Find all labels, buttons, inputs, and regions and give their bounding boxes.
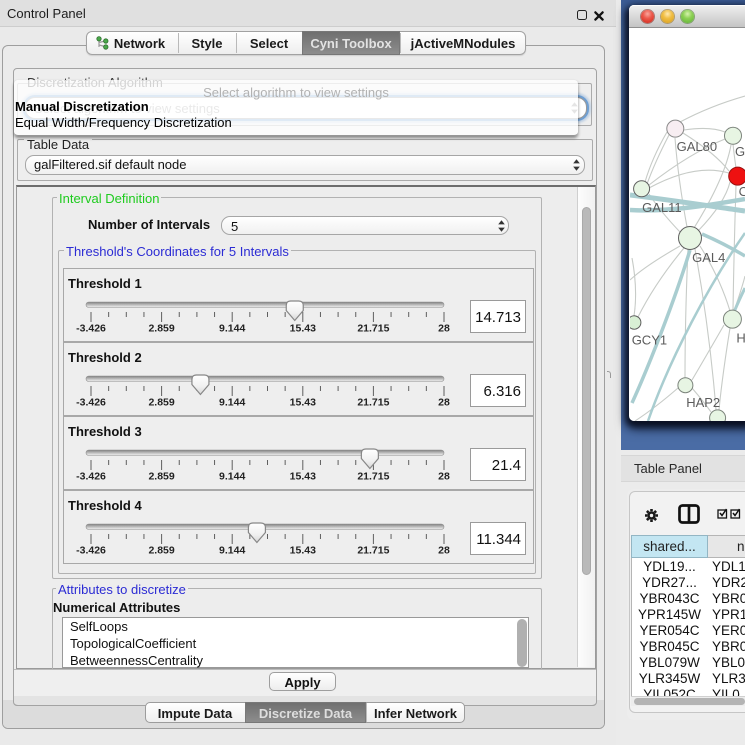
- svg-text:2.859: 2.859: [148, 471, 174, 483]
- svg-text:HAP2: HAP2: [686, 395, 720, 410]
- svg-text:28: 28: [438, 323, 450, 335]
- svg-text:GCY1: GCY1: [632, 333, 667, 348]
- svg-text:15.43: 15.43: [290, 323, 316, 335]
- svg-text:15.43: 15.43: [290, 397, 316, 409]
- svg-text:9.144: 9.144: [219, 471, 245, 483]
- svg-text:2.859: 2.859: [148, 323, 174, 335]
- svg-text:21.715: 21.715: [357, 323, 389, 335]
- svg-text:-3.426: -3.426: [76, 397, 106, 409]
- svg-text:28: 28: [438, 397, 450, 409]
- svg-text:-3.426: -3.426: [76, 323, 106, 335]
- svg-text:21.715: 21.715: [357, 545, 389, 557]
- svg-text:15.43: 15.43: [290, 545, 316, 557]
- svg-text:GAL11: GAL11: [642, 200, 682, 215]
- svg-text:GAL80: GAL80: [677, 139, 717, 154]
- svg-text:21.715: 21.715: [357, 397, 389, 409]
- svg-text:-3.426: -3.426: [76, 545, 106, 557]
- svg-text:9.144: 9.144: [219, 397, 245, 409]
- svg-text:GAL4: GAL4: [692, 250, 725, 265]
- svg-text:9.144: 9.144: [219, 545, 245, 557]
- svg-text:-3.426: -3.426: [76, 471, 106, 483]
- svg-text:H: H: [736, 331, 745, 346]
- svg-text:C: C: [739, 184, 745, 199]
- svg-text:9.144: 9.144: [219, 323, 245, 335]
- svg-text:2.859: 2.859: [148, 397, 174, 409]
- svg-text:28: 28: [438, 471, 450, 483]
- svg-text:2.859: 2.859: [148, 545, 174, 557]
- svg-text:15.43: 15.43: [290, 471, 316, 483]
- svg-text:GA: GA: [735, 144, 745, 159]
- svg-text:28: 28: [438, 545, 450, 557]
- svg-text:21.715: 21.715: [357, 471, 389, 483]
